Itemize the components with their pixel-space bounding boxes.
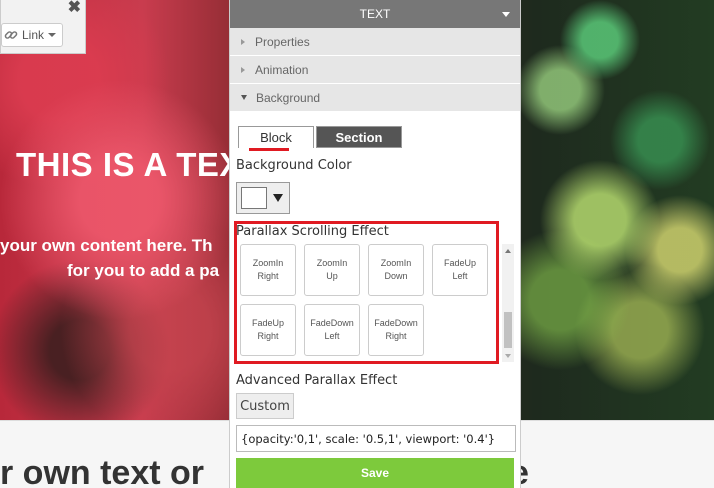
effect-fadedown-right[interactable]: FadeDown Right — [368, 304, 424, 356]
effect-zoomin-down[interactable]: ZoomIn Down — [368, 244, 424, 296]
scroll-thumb[interactable] — [504, 312, 512, 348]
background-color-label: Background Color — [236, 158, 352, 173]
effect-line1: ZoomIn — [316, 258, 348, 268]
effect-line1: FadeDown — [374, 318, 418, 328]
chevron-right-icon — [241, 66, 245, 73]
background-color-picker[interactable] — [236, 182, 290, 214]
hero-subtitle-line1: your own content here. Th — [0, 236, 213, 255]
custom-button[interactable]: Custom — [236, 393, 294, 419]
tab-block[interactable]: Block — [238, 126, 314, 151]
chevron-down-icon — [48, 33, 57, 37]
accordion-label: Background — [256, 90, 321, 105]
accordion-properties[interactable]: Properties — [230, 28, 520, 56]
scroll-down-icon[interactable] — [505, 354, 511, 358]
accordion-animation[interactable]: Animation — [230, 56, 520, 84]
advanced-parallax-label: Advanced Parallax Effect — [236, 373, 398, 388]
hero-title: THIS IS A TEX — [16, 146, 242, 183]
advanced-parallax-input[interactable] — [236, 425, 516, 452]
effect-line2: Up — [326, 271, 338, 281]
chevron-right-icon — [241, 38, 245, 45]
panel-header[interactable]: TEXT — [230, 0, 520, 28]
bottom-heading-left: r own text or — [0, 454, 205, 488]
accordion-label: Properties — [255, 34, 310, 49]
chevron-down-icon — [241, 95, 247, 100]
link-button[interactable]: Link — [1, 23, 63, 47]
parallax-effects-grid: ZoomIn Right ZoomIn Up ZoomIn Down FadeUp Le… — [238, 242, 506, 362]
effect-line2: Right — [257, 271, 279, 281]
link-icon — [4, 28, 18, 42]
parallax-scrollbar[interactable] — [502, 244, 514, 362]
save-button[interactable]: Save — [236, 458, 514, 488]
close-icon[interactable]: ✖ — [68, 0, 81, 17]
effect-line1: ZoomIn — [380, 258, 412, 268]
tab-label: Block — [260, 130, 292, 145]
effect-line1: ZoomIn — [252, 258, 284, 268]
effect-fadeup-right[interactable]: FadeUp Right — [240, 304, 296, 356]
scroll-up-icon[interactable] — [505, 249, 511, 253]
hero-subtitle-line2: for you to add a pa — [67, 261, 220, 280]
effect-line2: Left — [452, 271, 468, 281]
effect-zoomin-right[interactable]: ZoomIn Right — [240, 244, 296, 296]
tab-section[interactable]: Section — [316, 126, 402, 148]
text-toolbar: ✖ Link — [0, 0, 86, 54]
text-settings-panel: TEXT Properties Animation Background Blo… — [229, 0, 521, 488]
effect-line2: Down — [384, 271, 408, 281]
panel-title: TEXT — [359, 7, 391, 21]
effect-line1: FadeDown — [310, 318, 354, 328]
active-tab-indicator — [249, 148, 289, 151]
color-swatch — [241, 187, 267, 209]
background-tabs: Block Section — [238, 126, 402, 151]
link-button-label: Link — [22, 28, 45, 42]
tab-label: Section — [335, 129, 383, 145]
effect-line1: FadeUp — [443, 258, 477, 268]
effect-zoomin-up[interactable]: ZoomIn Up — [304, 244, 360, 296]
effect-line1: FadeUp — [251, 318, 285, 328]
effect-line2: Right — [385, 331, 407, 341]
effect-line2: Right — [257, 331, 279, 341]
chevron-down-icon — [273, 194, 283, 202]
effect-line2: Left — [324, 331, 340, 341]
chevron-down-icon — [502, 12, 510, 17]
accordion-label: Animation — [255, 62, 309, 77]
parallax-label: Parallax Scrolling Effect — [236, 224, 389, 239]
effect-fadeup-left[interactable]: FadeUp Left — [432, 244, 488, 296]
effect-fadedown-left[interactable]: FadeDown Left — [304, 304, 360, 356]
accordion-background[interactable]: Background — [230, 84, 520, 112]
